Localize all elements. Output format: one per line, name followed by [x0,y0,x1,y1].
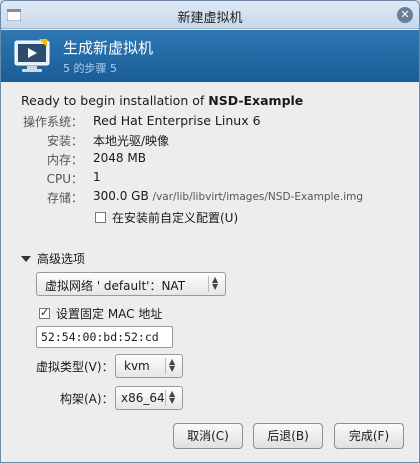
network-value: 虚拟网络 ' default'：NAT [45,279,186,293]
storage-value: 300.0 GB /var/lib/libvirt/images/NSD-Exa… [93,189,363,203]
expander-arrow-icon[interactable] [21,256,31,262]
memory-value: 2048 MB [93,151,146,165]
fixed-mac-label[interactable]: 设置固定 MAC 地址 [56,307,162,321]
wizard-banner: 生成新虚拟机 5 的步骤 5 [1,30,419,82]
fixed-mac-checkbox[interactable] [39,306,50,319]
cancel-button[interactable]: 取消(C) [173,423,243,449]
advanced-options-title[interactable]: 高级选项 [37,252,85,266]
os-label: 操作系统： [22,115,83,129]
banner-title: 生成新虚拟机 [63,39,154,57]
new-vm-dialog: 新建虚拟机 ✕ 生成新虚拟机 5 的步骤 5 Ready to begin in… [0,0,420,463]
vm-name: NSD-Example [208,93,304,108]
monitor-play-icon [14,39,50,72]
fixed-mac-row[interactable]: 设置固定 MAC 地址 [39,305,162,322]
window-title: 新建虚拟机 [177,11,243,26]
summary-heading: Ready to begin installation of NSD-Examp… [21,93,303,108]
storage-path: /var/lib/libvirt/images/NSD-Example.img [152,191,364,203]
mac-address-input[interactable]: 52:54:00:bd:52:cd [36,326,173,348]
virt-type-label: 虚拟类型(V)： [36,360,114,374]
updown-arrows-icon: ▲ ▼ [165,390,177,406]
updown-arrows-icon: ▲ ▼ [165,358,177,374]
os-value: Red Hat Enterprise Linux 6 [93,113,261,128]
updown-arrows-icon: ▲ ▼ [208,276,220,292]
summary-intro: Ready to begin installation of [21,93,209,108]
advanced-options-expander[interactable]: 高级选项 [21,250,85,267]
arch-value: x86_64 [121,391,165,405]
storage-label: 存储： [46,191,83,205]
cpu-value: 1 [93,170,101,184]
close-icon[interactable]: ✕ [397,7,413,23]
virt-type-value: kvm [124,359,150,373]
install-label: 安装： [46,134,83,148]
arch-label: 构架(A)： [60,392,114,406]
storage-size: 300.0 GB [93,189,149,203]
customize-label[interactable]: 在安装前自定义配置(U) [112,211,238,225]
customize-checkbox[interactable] [95,212,106,223]
network-select[interactable]: 虚拟网络 ' default'：NAT ▲ ▼ [36,272,226,296]
virt-type-select[interactable]: kvm ▲ ▼ [115,354,183,378]
back-button[interactable]: 后退(B) [253,423,323,449]
memory-label: 内存： [46,153,83,167]
customize-checkbox-row[interactable]: 在安装前自定义配置(U) [95,209,238,226]
arch-select[interactable]: x86_64 ▲ ▼ [115,386,183,410]
cpu-label: CPU： [46,172,83,186]
title-bar: 新建虚拟机 ✕ [1,1,419,29]
install-value: 本地光驱/映像 [93,134,170,148]
finish-button[interactable]: 完成(F) [334,423,404,449]
banner-step: 5 的步骤 5 [63,62,117,75]
